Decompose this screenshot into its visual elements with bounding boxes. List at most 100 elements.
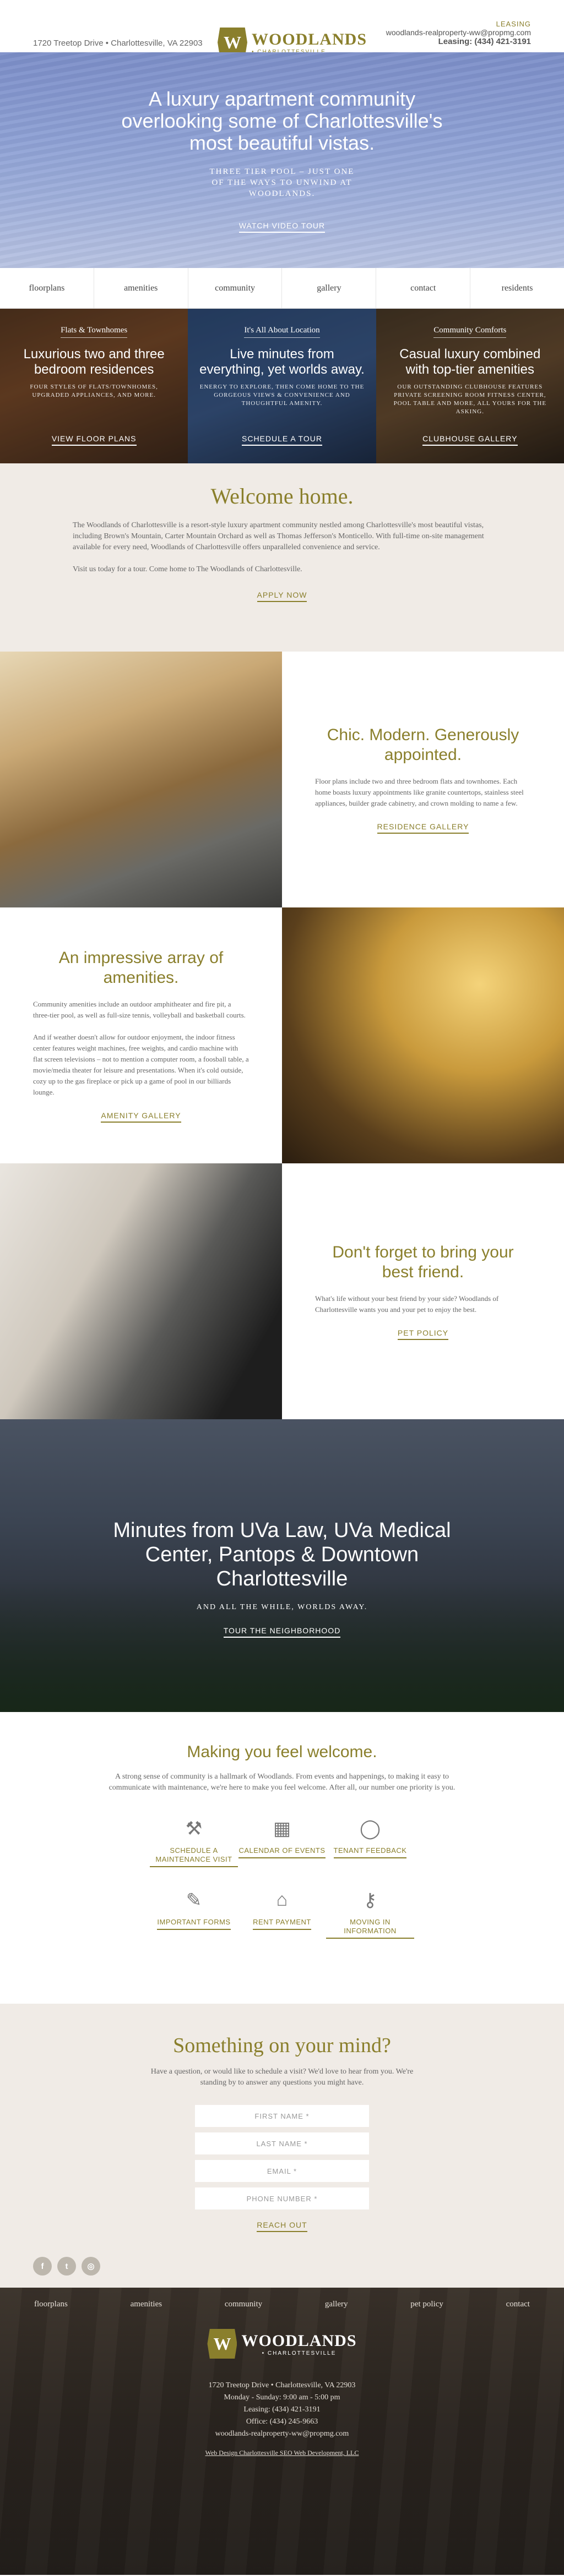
footer-nav-gallery[interactable]: gallery: [325, 2300, 348, 2309]
residences-text: Chic. Modern. Generously appointed. Floo…: [282, 652, 564, 907]
service-label[interactable]: MOVING IN INFORMATION: [326, 1918, 414, 1939]
residence-gallery-link[interactable]: RESIDENCE GALLERY: [377, 822, 469, 834]
amenities-text: An impressive array of amenities. Commun…: [0, 907, 282, 1163]
contact-form: [195, 2105, 369, 2209]
footer-email[interactable]: woodlands-realproperty-ww@propmg.com: [0, 2428, 564, 2440]
contact-section: Something on your mind? Have a question,…: [0, 2004, 564, 2288]
kitchen-photo: [0, 652, 282, 907]
watch-video-tour-link[interactable]: WATCH VIDEO TOUR: [238, 221, 326, 233]
tile-floorplans: Flats & Townhomes Luxurious two and thre…: [0, 309, 188, 463]
nav-gallery[interactable]: gallery: [282, 268, 377, 308]
view-floor-plans-link[interactable]: VIEW FLOOR PLANS: [51, 434, 137, 446]
calendar-of-events-item[interactable]: ▦ CALENDAR OF EVENTS: [238, 1815, 326, 1867]
last-name-field[interactable]: [195, 2132, 369, 2154]
twitter-icon[interactable]: t: [57, 2257, 76, 2276]
phone-field[interactable]: [195, 2187, 369, 2209]
speech-bubble-icon: ◯: [359, 1819, 381, 1839]
footer-nav-pet-policy[interactable]: pet policy: [410, 2300, 443, 2309]
footer-office-phone[interactable]: Office: (434) 245-9663: [0, 2416, 564, 2428]
first-name-field[interactable]: [195, 2105, 369, 2127]
tile-text: FOUR STYLES OF FLATS/TOWNHOMES, UPGRADED…: [30, 384, 158, 398]
neighborhood-banner: Minutes from UVa Law, UVa Medical Center…: [0, 1419, 564, 1712]
tile-title: Live minutes from everything, yet worlds…: [199, 347, 365, 377]
facebook-icon[interactable]: f: [33, 2257, 52, 2276]
footer-leasing-phone[interactable]: Leasing: (434) 421-3191: [0, 2404, 564, 2416]
service-label[interactable]: TENANT FEEDBACK: [333, 1846, 407, 1858]
welcome-body-2: Visit us today for a tour. Come home to …: [73, 565, 302, 573]
welcome-section: Welcome home. The Woodlands of Charlotte…: [0, 463, 564, 652]
services-body: A strong sense of community is a hallmar…: [109, 1773, 455, 1792]
footer-logo[interactable]: W WOODLANDS • CHARLOTTESVILLE: [207, 2329, 356, 2359]
rent-payment-item[interactable]: ⌂ RENT PAYMENT: [238, 1887, 326, 1939]
clubhouse-gallery-link[interactable]: CLUBHOUSE GALLERY: [422, 434, 518, 446]
tile-title: Luxurious two and three bedroom residenc…: [23, 347, 165, 377]
header-address: 1720 Treetop Drive • Charlottesville, VA…: [33, 39, 203, 48]
social-links: f t ◎: [33, 2257, 100, 2276]
logo-text: WOODLANDS • CHARLOTTESVILLE: [252, 30, 367, 55]
nav-contact[interactable]: contact: [376, 268, 471, 308]
welcome-title: Welcome home.: [210, 484, 354, 508]
welcome-body: The Woodlands of Charlottesville is a re…: [73, 521, 484, 551]
tile-title: Casual luxury combined with top-tier ame…: [399, 347, 541, 377]
main-nav: floorplans amenities community gallery c…: [0, 268, 564, 309]
house-dollar-icon: ⌂: [276, 1890, 288, 1910]
tile-text: OUR OUTSTANDING CLUBHOUSE FEATURES PRIVA…: [393, 384, 547, 415]
nav-residents[interactable]: residents: [470, 268, 564, 308]
amenities-body-2: And if weather doesn't allow for outdoor…: [33, 1033, 249, 1096]
footer-nav-community[interactable]: community: [225, 2300, 262, 2309]
important-forms-item[interactable]: ✎ IMPORTANT FORMS: [150, 1887, 238, 1939]
apply-now-link[interactable]: APPLY NOW: [257, 590, 307, 602]
fitness-center-photo: [282, 907, 564, 1163]
calendar-icon: ▦: [273, 1819, 291, 1839]
document-icon: ✎: [186, 1890, 202, 1911]
moving-in-item[interactable]: ⚷ MOVING IN INFORMATION: [326, 1887, 414, 1939]
email-field[interactable]: [195, 2160, 369, 2182]
footer-logo-text: WOODLANDS • CHARLOTTESVILLE: [241, 2332, 356, 2356]
residences-title: Chic. Modern. Generously appointed.: [327, 726, 519, 764]
tile-location: It's All About Location Live minutes fro…: [188, 309, 376, 463]
amenities-body: Community amenities include an outdoor a…: [33, 1000, 246, 1019]
pets-title: Don't forget to bring your best friend.: [332, 1243, 514, 1281]
footer-info: 1720 Treetop Drive • Charlottesville, VA…: [0, 2380, 564, 2440]
amenities-title: An impressive array of amenities.: [58, 949, 224, 987]
reach-out-button[interactable]: REACH OUT: [257, 2220, 307, 2232]
nav-floorplans[interactable]: floorplans: [0, 268, 94, 308]
schedule-a-tour-link[interactable]: SCHEDULE A TOUR: [242, 434, 322, 446]
service-label[interactable]: SCHEDULE A MAINTENANCE VISIT: [150, 1846, 238, 1867]
contact-title: Something on your mind?: [173, 2034, 391, 2057]
service-label[interactable]: RENT PAYMENT: [253, 1918, 311, 1930]
footer-hours: Monday - Sunday: 9:00 am - 5:00 pm: [224, 2393, 340, 2402]
resident-services-section: Making you feel welcome. A strong sense …: [0, 1712, 564, 2004]
pets-body: What's life without your best friend by …: [315, 1294, 499, 1314]
instagram-icon[interactable]: ◎: [82, 2257, 100, 2276]
footer-credit-link[interactable]: Web Design Charlottesville SEO Web Devel…: [0, 2449, 564, 2457]
header-email-link[interactable]: woodlands-realproperty-ww@propmg.com: [386, 28, 531, 37]
nav-amenities[interactable]: amenities: [94, 268, 188, 308]
footer-nav-floorplans[interactable]: floorplans: [34, 2300, 68, 2309]
services-grid: ⚒ SCHEDULE A MAINTENANCE VISIT ▦ CALENDA…: [150, 1815, 414, 1939]
nav-community[interactable]: community: [188, 268, 283, 308]
tour-the-neighborhood-link[interactable]: TOUR THE NEIGHBORHOOD: [223, 1626, 341, 1638]
hero-banner: A luxury apartment community overlooking…: [0, 52, 564, 268]
amenity-gallery-link[interactable]: AMENITY GALLERY: [101, 1111, 181, 1123]
tile-community: Community Comforts Casual luxury combine…: [376, 309, 564, 463]
footer-nav-amenities[interactable]: amenities: [131, 2300, 162, 2309]
amenities-section: An impressive array of amenities. Commun…: [0, 907, 564, 1163]
footer-nav: floorplans amenities community gallery p…: [0, 2288, 564, 2309]
leasing-label: LEASING: [496, 20, 531, 28]
service-label[interactable]: CALENDAR OF EVENTS: [238, 1846, 326, 1858]
footer-logo-name: WOODLANDS: [241, 2331, 357, 2350]
feature-tiles: Flats & Townhomes Luxurious two and thre…: [0, 309, 564, 463]
header-phone-link[interactable]: Leasing: (434) 421-3191: [386, 37, 531, 46]
tenant-feedback-item[interactable]: ◯ TENANT FEEDBACK: [326, 1815, 414, 1867]
service-label[interactable]: IMPORTANT FORMS: [157, 1918, 231, 1930]
logo-name: WOODLANDS: [252, 30, 367, 48]
pets-text: Don't forget to bring your best friend. …: [282, 1163, 564, 1419]
residences-body: Floor plans include two and three bedroo…: [315, 777, 524, 807]
pet-policy-link[interactable]: PET POLICY: [397, 1328, 449, 1340]
key-icon: ⚷: [363, 1890, 377, 1911]
tile-kicker: Flats & Townhomes: [61, 326, 128, 338]
footer-nav-contact[interactable]: contact: [506, 2300, 530, 2309]
maintenance-visit-item[interactable]: ⚒ SCHEDULE A MAINTENANCE VISIT: [150, 1815, 238, 1867]
tile-kicker: Community Comforts: [433, 326, 507, 338]
